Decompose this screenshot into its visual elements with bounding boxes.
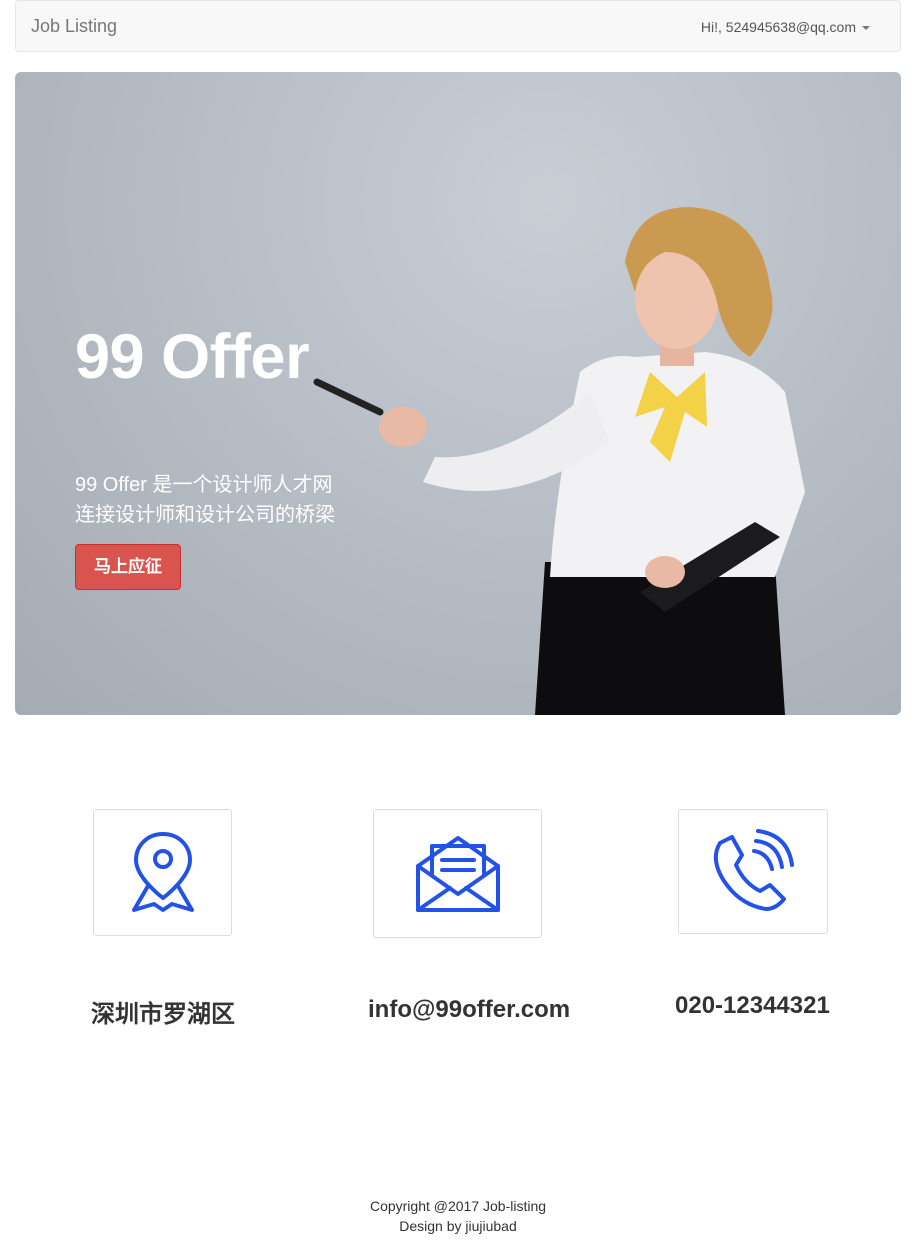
email-card: [373, 809, 542, 938]
presenter-illustration: [313, 207, 805, 715]
hero-jumbotron: 99 Offer 99 Offer 是一个设计师人才网 连接设计师和设计公司的桥…: [15, 72, 901, 715]
envelope-icon: [415, 835, 500, 912]
hero-subtitle-line2: 连接设计师和设计公司的桥梁: [75, 504, 335, 526]
user-greeting: Hi!, 524945638@qq.com: [700, 19, 856, 35]
contact-phone[interactable]: 020-12344321: [675, 992, 830, 1020]
footer-copyright: Copyright @2017 Job-listing: [369, 1198, 547, 1214]
hero-subtitle-line1: 99 Offer 是一个设计师人才网: [75, 474, 333, 496]
phone-icon: [713, 828, 794, 911]
footer-design-credit: Design by jiujiubad: [399, 1218, 517, 1234]
location-card: [93, 809, 232, 936]
page-footer: Copyright @2017 Job-listing Design by ji…: [0, 1196, 916, 1236]
contact-address: 深圳市罗湖区: [91, 1001, 235, 1028]
user-dropdown[interactable]: Hi!, 524945638@qq.com: [701, 18, 870, 36]
location-pin-icon: [131, 831, 194, 912]
hero-subtitle: 99 Offer 是一个设计师人才网 连接设计师和设计公司的桥梁: [75, 470, 335, 530]
top-navbar: Job Listing Hi!, 524945638@qq.com: [15, 0, 901, 52]
caret-down-icon: [862, 26, 870, 30]
apply-now-button[interactable]: 马上应征: [75, 544, 181, 590]
contact-email[interactable]: info@99offer.com: [368, 996, 570, 1024]
brand-link[interactable]: Job Listing: [31, 16, 117, 36]
hero-title: 99 Offer: [75, 322, 310, 392]
phone-card: [678, 809, 828, 934]
